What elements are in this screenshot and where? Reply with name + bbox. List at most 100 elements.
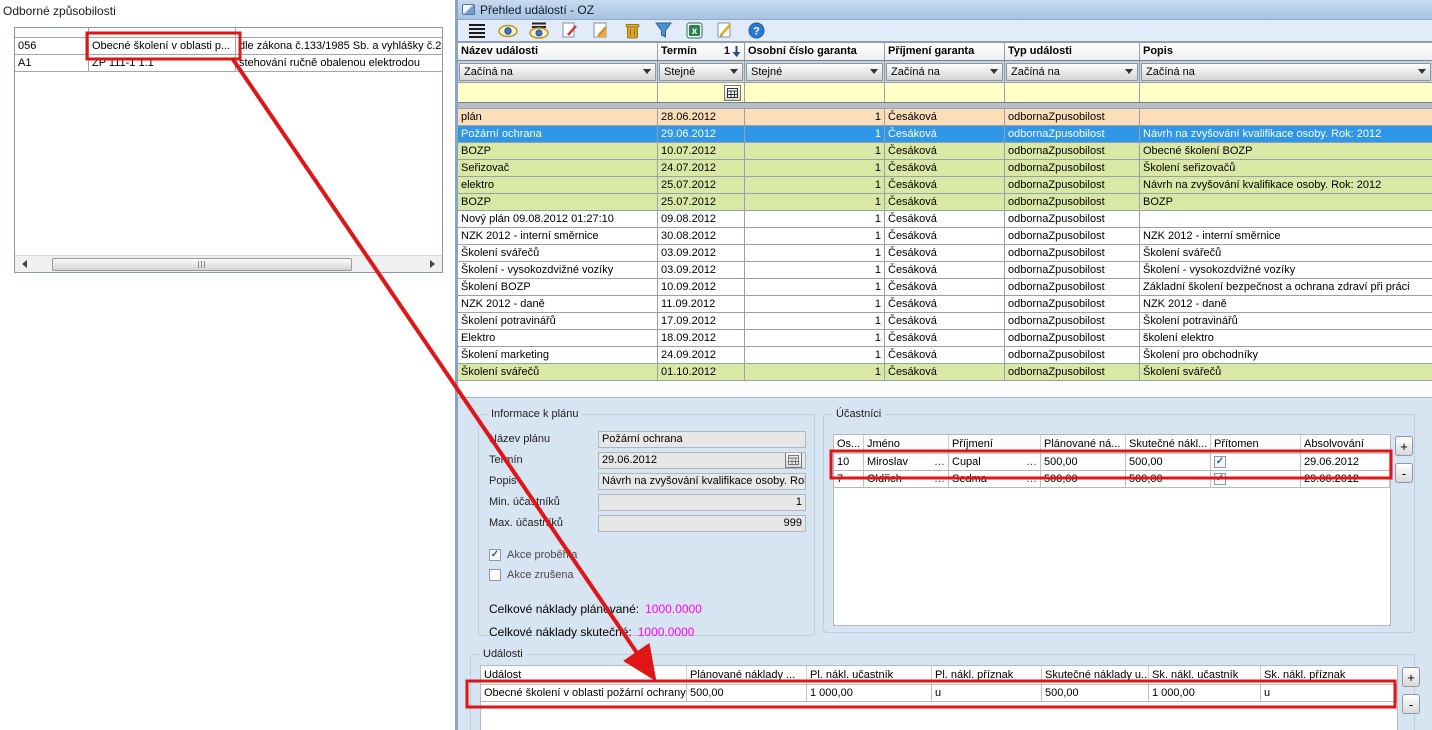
add-event-button[interactable]: +: [1402, 667, 1420, 687]
present-checkbox[interactable]: ✓: [1214, 456, 1226, 468]
search-input[interactable]: [1005, 83, 1140, 102]
event-row[interactable]: plán28.06.20121ČesákováodbornaZpusobilos…: [458, 109, 1432, 126]
event-row[interactable]: elektro25.07.20121ČesákováodbornaZpusobi…: [458, 177, 1432, 194]
column-header[interactable]: Os...: [834, 435, 864, 453]
new-record-button[interactable]: [559, 21, 581, 41]
cell: [1140, 109, 1432, 125]
notes-button[interactable]: [714, 21, 736, 41]
event-row[interactable]: NZK 2012 - daně11.09.20121Česákováodborn…: [458, 296, 1432, 313]
plan-date-input[interactable]: 29.06.2012: [598, 452, 806, 469]
add-participant-button[interactable]: +: [1395, 436, 1413, 456]
event-row[interactable]: BOZP25.07.20121ČesákováodbornaZpusobilos…: [458, 194, 1432, 211]
plan-desc-input[interactable]: Návrh na zvyšování kvalifikace osoby. Ro…: [598, 473, 806, 490]
column-header[interactable]: Plánované náklady ...: [687, 666, 807, 684]
event-row[interactable]: Školení svářečů01.10.20121Česákováodborn…: [458, 364, 1432, 381]
table-row[interactable]: A1 ZP 111-1 1.1 stehování ručně obalenou…: [15, 55, 442, 72]
search-input[interactable]: [458, 83, 658, 102]
filter-combo-popis[interactable]: Začíná na: [1141, 63, 1431, 81]
cell: ✓: [1211, 454, 1301, 470]
table-row[interactable]: 056 Obecné školení v oblasti p... dle zá…: [15, 38, 442, 55]
column-header[interactable]: Příjmení garanta: [885, 43, 1005, 60]
cell: odbornaZpusobilost: [1005, 109, 1140, 125]
browse-button[interactable]: …: [1026, 454, 1037, 470]
scroll-left-button[interactable]: [17, 257, 32, 272]
event-row[interactable]: Školení - vysokozdvižné vozíky03.09.2012…: [458, 262, 1432, 279]
event-row[interactable]: Školení marketing24.09.20121Česákováodbo…: [458, 347, 1432, 364]
horizontal-scrollbar[interactable]: [15, 255, 442, 272]
remove-participant-button[interactable]: -: [1395, 463, 1413, 483]
column-header-sorted[interactable]: Termín 1: [658, 43, 745, 60]
excel-export-button[interactable]: x: [683, 21, 705, 41]
event-row[interactable]: Nový plán 09.08.2012 01:27:1009.08.20121…: [458, 211, 1432, 228]
column-header[interactable]: Pl. nákl. učastník: [807, 666, 932, 684]
search-input[interactable]: [745, 83, 885, 102]
edit-record-button[interactable]: [590, 21, 612, 41]
view-button[interactable]: [497, 21, 519, 41]
column-header[interactable]: Typ události: [1005, 43, 1140, 60]
scrollbar-thumb[interactable]: [52, 258, 352, 271]
filter-combo-nazev[interactable]: Začíná na: [459, 63, 656, 81]
checkbox-unchecked[interactable]: [489, 569, 501, 581]
filter-combo-termin[interactable]: Stejné: [659, 63, 743, 81]
participant-row[interactable]: 10 Miroslav… Cupal… 500,00 500,00 ✓ 29.0…: [834, 454, 1390, 471]
event-row[interactable]: Seřizovač24.07.20121ČesákováodbornaZpuso…: [458, 160, 1432, 177]
column-header[interactable]: Absolvování: [1301, 435, 1390, 453]
help-button[interactable]: ?: [745, 21, 767, 41]
filter-combo-typ[interactable]: Začíná na: [1006, 63, 1138, 81]
field-row: Max. účastníků 999: [489, 513, 806, 533]
event-row[interactable]: Školení BOZP10.09.20121ČesákováodbornaZp…: [458, 279, 1432, 296]
event-row[interactable]: Školení svářečů03.09.20121Česákováodborn…: [458, 245, 1432, 262]
column-header[interactable]: Název události: [458, 43, 658, 60]
column-header[interactable]: Událost: [481, 666, 687, 684]
event-row-selected[interactable]: Požární ochrana29.06.20121Česákováodborn…: [458, 126, 1432, 143]
calendar-button[interactable]: [724, 85, 741, 101]
present-checkbox[interactable]: ✓: [1214, 473, 1226, 485]
cell: elektro: [458, 177, 658, 193]
delete-button[interactable]: [621, 21, 643, 41]
max-participants-input[interactable]: 999: [598, 515, 806, 532]
list-view-button[interactable]: [466, 21, 488, 41]
event-row[interactable]: Elektro18.09.20121ČesákováodbornaZpusobi…: [458, 330, 1432, 347]
filter-button[interactable]: [652, 21, 674, 41]
column-header[interactable]: Osobní číslo garanta: [745, 43, 885, 60]
column-header[interactable]: Sk. nákl. příznak: [1261, 666, 1397, 684]
search-input[interactable]: [1140, 83, 1432, 102]
cell: A1: [15, 55, 89, 71]
participant-row[interactable]: 7 Oldřich… Sedma… 500,00 500,00 ✓ 29.06.…: [834, 471, 1390, 488]
title-bar[interactable]: Přehled událostí - OZ: [458, 0, 1432, 20]
scrollbar-track[interactable]: [32, 257, 425, 272]
svg-text:?: ?: [753, 26, 760, 38]
event-detail-row[interactable]: Obecné školení v oblasti požární ochrany…: [481, 685, 1397, 702]
event-row[interactable]: NZK 2012 - interní směrnice30.08.20121Če…: [458, 228, 1432, 245]
checkbox-checked[interactable]: ✓: [489, 549, 501, 561]
filter-combo-prijmeni[interactable]: Začíná na: [886, 63, 1003, 81]
column-header[interactable]: Popis: [1140, 43, 1432, 60]
total-row: Celkové náklady skutečné: 1000.0000: [489, 620, 814, 643]
filter-combo-cislo[interactable]: Stejné: [746, 63, 883, 81]
column-header[interactable]: Příjmení: [949, 435, 1041, 453]
scroll-right-button[interactable]: [425, 257, 440, 272]
checkbox-row: ✓ Akce proběhla: [489, 545, 814, 565]
search-input[interactable]: [885, 83, 1005, 102]
plan-name-input[interactable]: Požární ochrana: [598, 431, 806, 448]
browse-button[interactable]: …: [934, 454, 945, 470]
calendar-button[interactable]: [785, 452, 802, 468]
search-input-date[interactable]: [658, 83, 745, 102]
column-header[interactable]: Jméno: [864, 435, 949, 453]
column-header[interactable]: Pl. nákl. příznak: [932, 666, 1042, 684]
column-header[interactable]: Skutečné nákl...: [1126, 435, 1211, 453]
column-header[interactable]: Sk. nákl. učastník: [1149, 666, 1261, 684]
event-row[interactable]: BOZP10.07.20121ČesákováodbornaZpusobilos…: [458, 143, 1432, 160]
browse-button[interactable]: …: [934, 471, 945, 487]
min-participants-input[interactable]: 1: [598, 494, 806, 511]
column-header[interactable]: Přítomen: [1211, 435, 1301, 453]
event-row[interactable]: Školení potravinářů17.09.20121Česákováod…: [458, 313, 1432, 330]
column-header[interactable]: Plánované ná...: [1041, 435, 1126, 453]
left-panel-title: Odborné způsobilosti: [3, 4, 116, 18]
browse-button[interactable]: …: [1026, 471, 1037, 487]
column-header[interactable]: Skutečné náklady u...: [1042, 666, 1149, 684]
field-label: Min. účastníků: [489, 496, 598, 508]
cell: Česáková: [885, 126, 1005, 142]
preview-button[interactable]: [528, 21, 550, 41]
remove-event-button[interactable]: -: [1402, 694, 1420, 714]
